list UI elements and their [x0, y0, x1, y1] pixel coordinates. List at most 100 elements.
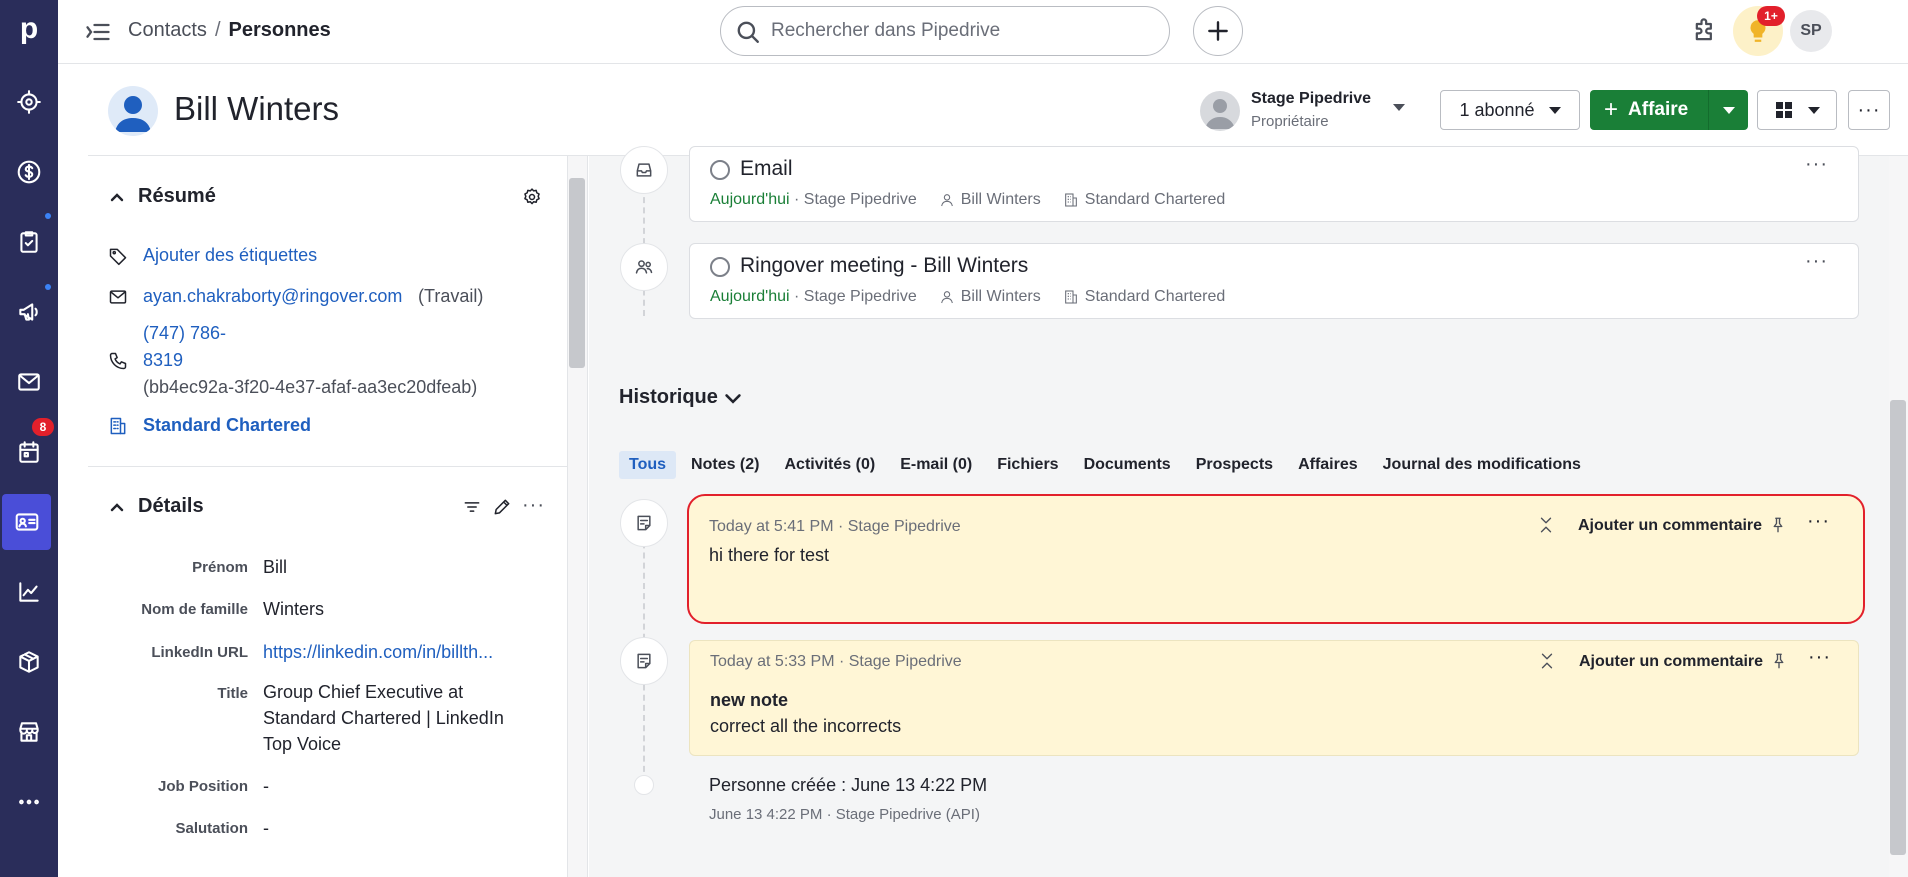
- nav-mail[interactable]: [0, 354, 58, 410]
- field-value-first-name[interactable]: Bill: [263, 554, 287, 580]
- breadcrumb-contacts[interactable]: Contacts: [128, 19, 207, 41]
- nav-leads[interactable]: [0, 74, 58, 130]
- pipedrive-logo[interactable]: p: [0, 0, 58, 58]
- nav-activities[interactable]: [0, 214, 58, 270]
- activity-person[interactable]: Bill Winters: [961, 191, 1041, 209]
- field-value-title[interactable]: Group Chief Executive at Standard Charte…: [263, 679, 504, 757]
- more-dots-icon: ···: [1807, 510, 1830, 532]
- add-deal-button[interactable]: + Affaire: [1590, 90, 1708, 130]
- extensions-button[interactable]: [1688, 14, 1722, 48]
- filter-fields-button[interactable]: [462, 497, 482, 517]
- add-labels-link[interactable]: Ajouter des étiquettes: [143, 245, 317, 266]
- owner-name[interactable]: Stage Pipedrive: [1251, 90, 1371, 108]
- activity-owner[interactable]: Stage Pipedrive: [804, 191, 917, 209]
- breadcrumb-personnes: Personnes: [228, 19, 331, 41]
- pin-note-button[interactable]: [1769, 516, 1787, 534]
- note-title[interactable]: new note: [710, 687, 788, 713]
- mark-done-radio[interactable]: [710, 257, 730, 277]
- nav-rail: p 8: [0, 0, 58, 877]
- tab-prospects[interactable]: Prospects: [1186, 451, 1283, 479]
- activity-org[interactable]: Standard Chartered: [1085, 191, 1226, 209]
- collapse-note-button[interactable]: [1538, 652, 1556, 670]
- search-input[interactable]: [771, 17, 1151, 45]
- user-avatar[interactable]: SP: [1790, 10, 1832, 52]
- note-text[interactable]: hi there for test: [709, 542, 829, 568]
- field-value-salutation[interactable]: -: [263, 815, 269, 841]
- phone-icon: [108, 351, 128, 371]
- activity-person[interactable]: Bill Winters: [961, 288, 1041, 306]
- left-scrollbar-thumb[interactable]: [569, 178, 585, 368]
- note-card-2[interactable]: Today at 5:33 PM · Stage Pipedrive new n…: [689, 640, 1859, 756]
- top-bar: Contacts / Personnes: [58, 0, 1908, 64]
- pin-note-button[interactable]: [1770, 652, 1788, 670]
- collapse-note-button[interactable]: [1537, 516, 1555, 534]
- add-deal-dropdown[interactable]: [1708, 90, 1748, 130]
- field-value-job-position[interactable]: -: [263, 773, 269, 799]
- nav-marketplace[interactable]: [0, 704, 58, 760]
- created-title: Personne créée : June 13 4:22 PM: [709, 775, 988, 795]
- note-card-1[interactable]: Today at 5:41 PM · Stage Pipedrive hi th…: [687, 494, 1865, 624]
- note-more-button[interactable]: ···: [1807, 510, 1830, 533]
- activity-more-button[interactable]: ···: [1805, 153, 1828, 176]
- view-switch-button[interactable]: [1757, 90, 1837, 130]
- tab-deals[interactable]: Affaires: [1288, 451, 1368, 479]
- summary-settings-button[interactable]: [522, 187, 542, 207]
- tab-email[interactable]: E-mail (0): [890, 451, 982, 479]
- more-dots-icon: [19, 799, 39, 805]
- nav-campaigns[interactable]: [0, 284, 58, 340]
- details-more-button[interactable]: ···: [522, 494, 545, 517]
- activity-more-button[interactable]: ···: [1805, 250, 1828, 273]
- owner-dropdown-icon[interactable]: [1393, 104, 1405, 111]
- nav-insights[interactable]: [0, 564, 58, 620]
- note-icon: [637, 653, 651, 669]
- main-scrollbar-thumb[interactable]: [1890, 400, 1906, 855]
- activity-owner[interactable]: Stage Pipedrive: [804, 288, 917, 306]
- collapse-details-button[interactable]: [110, 500, 124, 514]
- title-line-2: Standard Chartered | LinkedIn: [263, 708, 504, 728]
- field-value-linkedin[interactable]: https://linkedin.com/in/billth...: [263, 639, 493, 665]
- activity-card-email[interactable]: Email Aujourd'hui · Stage Pipedrive Bill…: [689, 146, 1859, 222]
- collapse-menu-button[interactable]: [84, 18, 112, 46]
- tab-documents[interactable]: Documents: [1074, 451, 1181, 479]
- quick-add-button[interactable]: [1193, 6, 1243, 56]
- activity-org[interactable]: Standard Chartered: [1085, 288, 1226, 306]
- nav-contacts[interactable]: [2, 494, 51, 550]
- person-name[interactable]: Bill Winters: [174, 90, 339, 128]
- field-value-last-name[interactable]: Winters: [263, 596, 324, 622]
- activity-card-meeting[interactable]: Ringover meeting - Bill Winters Aujourd'…: [689, 243, 1859, 319]
- edit-details-button[interactable]: [492, 497, 512, 517]
- filter-icon: [464, 502, 480, 512]
- nav-more[interactable]: [0, 774, 58, 830]
- add-comment-button[interactable]: Ajouter un commentaire: [1579, 653, 1763, 671]
- phone-line-2[interactable]: 8319: [143, 350, 183, 371]
- activity-title[interactable]: Email: [740, 157, 793, 181]
- nav-products[interactable]: [0, 634, 58, 690]
- search-box[interactable]: [720, 6, 1170, 56]
- activity-meeting-marker: [620, 243, 668, 291]
- followers-button[interactable]: 1 abonné: [1440, 90, 1580, 130]
- collapse-summary-button[interactable]: [110, 190, 124, 204]
- activity-title[interactable]: Ringover meeting - Bill Winters: [740, 254, 1028, 278]
- phone-line-1[interactable]: (747) 786-: [143, 323, 226, 344]
- tab-all[interactable]: Tous: [619, 451, 677, 479]
- calendar-icon: [19, 441, 39, 463]
- history-toggle[interactable]: Historique: [619, 386, 742, 409]
- note-text[interactable]: correct all the incorrects: [710, 713, 901, 739]
- tab-activities[interactable]: Activités (0): [774, 451, 885, 479]
- puzzle-icon: [1695, 18, 1712, 41]
- calendar-badge: 8: [32, 418, 54, 436]
- email-link[interactable]: ayan.chakraborty@ringover.com: [143, 286, 402, 307]
- nav-deals[interactable]: [0, 144, 58, 200]
- created-marker: [634, 775, 654, 795]
- tab-notes[interactable]: Notes (2): [681, 451, 769, 479]
- chevron-down-icon: [1548, 106, 1561, 114]
- organization-link[interactable]: Standard Chartered: [143, 415, 311, 436]
- tab-changelog[interactable]: Journal des modifications: [1373, 451, 1591, 479]
- tab-files[interactable]: Fichiers: [987, 451, 1068, 479]
- summary-title: Résumé: [138, 185, 216, 207]
- person-avatar-icon: [115, 96, 151, 132]
- add-comment-button[interactable]: Ajouter un commentaire: [1578, 517, 1762, 535]
- note-more-button[interactable]: ···: [1808, 646, 1831, 669]
- more-actions-button[interactable]: ···: [1848, 90, 1890, 130]
- mark-done-radio[interactable]: [710, 160, 730, 180]
